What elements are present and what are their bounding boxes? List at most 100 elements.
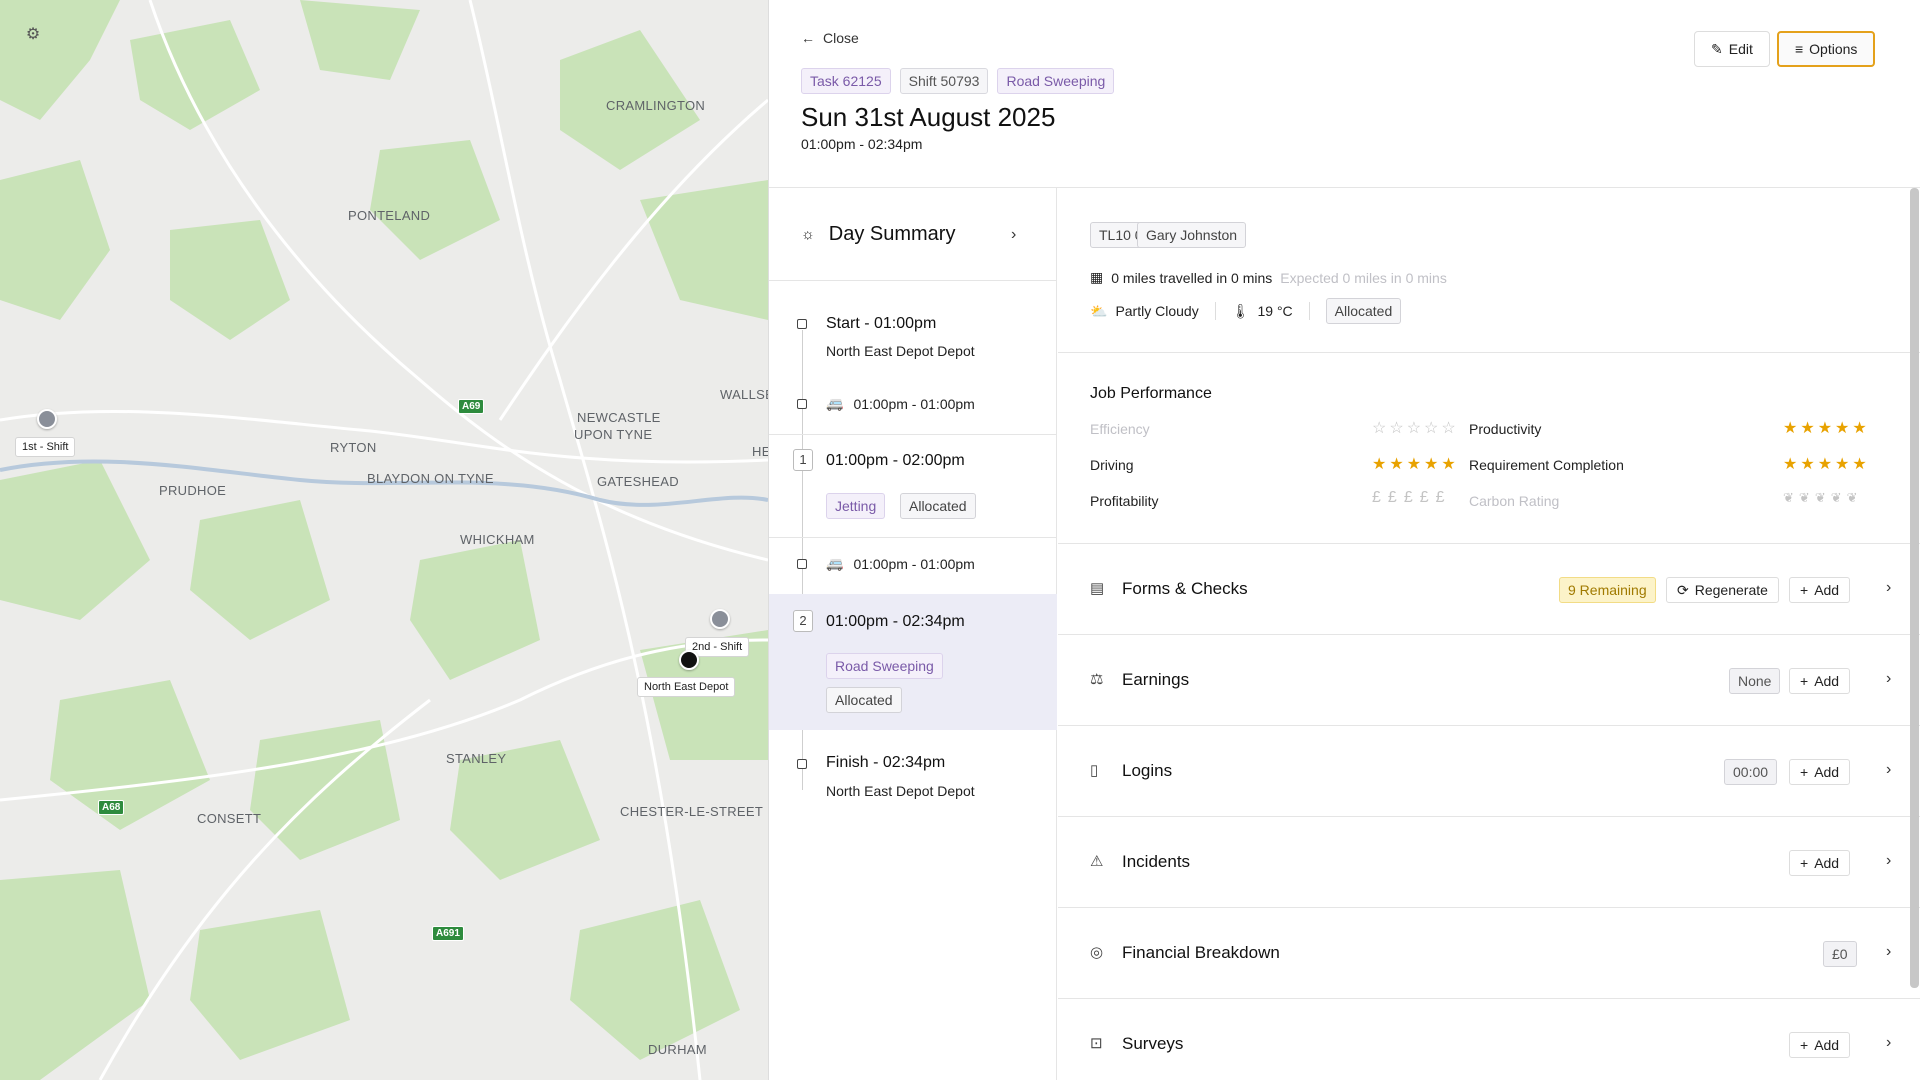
survey-icon: ⊡ (1090, 1035, 1103, 1052)
tablet-icon: ▯ (1090, 762, 1099, 779)
logins-title[interactable]: Logins (1122, 761, 1172, 781)
travel-time: 01:00pm - 01:00pm (853, 395, 975, 412)
page-title: Sun 31st August 2025 (801, 102, 1056, 132)
start-title: Start - 01:00pm (826, 315, 937, 332)
map-canvas (0, 0, 768, 1080)
job-type-tag: Road Sweeping (997, 68, 1115, 94)
star-icon: ★ (1783, 456, 1798, 473)
add-incident-button[interactable]: + Add (1789, 850, 1851, 876)
thermometer-icon: 🌡 (1231, 302, 1250, 319)
travel-segment: 🚐 01:00pm - 01:00pm (826, 555, 975, 572)
carbon-label: Carbon Rating (1469, 493, 1560, 509)
pound-icon: £ (1372, 489, 1381, 506)
earnings-badge: None (1729, 668, 1781, 694)
chevron-right-icon[interactable]: › (1886, 943, 1891, 961)
options-button[interactable]: ≡ Options (1777, 31, 1876, 67)
add-survey-button[interactable]: + Add (1789, 1032, 1851, 1058)
task-tag[interactable]: Task 62125 (801, 68, 891, 94)
star-icon: ★ (1817, 456, 1833, 473)
regenerate-button[interactable]: ⟳ Regenerate (1666, 577, 1779, 603)
sun-icon: ☼ (801, 226, 815, 243)
divider (1058, 816, 1920, 817)
forms-title[interactable]: Forms & Checks (1122, 579, 1248, 599)
chevron-right-icon[interactable]: › (1886, 579, 1891, 597)
driving-stars: ★ ★ ★ ★ ★ (1372, 454, 1456, 474)
edit-button[interactable]: ✎ Edit (1694, 31, 1770, 67)
add-label: Add (1814, 673, 1840, 689)
chevron-right-icon[interactable]: › (1011, 226, 1016, 244)
logins-badge: 00:00 (1724, 759, 1778, 785)
earnings-title[interactable]: Earnings (1122, 670, 1189, 690)
divider (1058, 907, 1920, 908)
mileage-line: ▦ 0 miles travelled in 0 mins Expected 0… (1090, 269, 1447, 286)
divider (769, 280, 1057, 281)
depot-pin[interactable] (679, 650, 699, 670)
star-empty-icon: ☆ (1372, 420, 1387, 437)
add-login-button[interactable]: + Add (1789, 759, 1851, 785)
leaf-icon: ❦ (1783, 490, 1794, 505)
day-summary-header[interactable]: ☼ Day Summary (801, 223, 955, 246)
add-earnings-button[interactable]: + Add (1789, 668, 1851, 694)
finish-title: Finish - 02:34pm (826, 754, 946, 771)
profitability-label: Profitability (1090, 493, 1159, 509)
efficiency-stars: ☆ ☆ ☆ ☆ ☆ (1372, 418, 1456, 438)
leaf-icon: ❦ (1814, 490, 1826, 505)
add-label: Add (1814, 855, 1840, 871)
divider (1308, 302, 1310, 320)
chevron-right-icon[interactable]: › (1886, 761, 1891, 779)
add-label: Add (1814, 764, 1840, 780)
job-time[interactable]: 01:00pm - 02:00pm (826, 452, 965, 470)
close-label: Close (823, 30, 859, 46)
close-button[interactable]: ← Close (801, 30, 859, 46)
productivity-label: Productivity (1469, 421, 1542, 437)
divider (1214, 302, 1216, 320)
financial-title[interactable]: Financial Breakdown (1122, 943, 1280, 963)
map-place: GATESHEAD (597, 474, 679, 489)
header-tags: Task 62125 Shift 50793 Road Sweeping (801, 68, 1115, 94)
road-marker: A691 (432, 926, 464, 941)
regenerate-label: Regenerate (1694, 582, 1768, 598)
travel-segment: 🚐 01:00pm - 01:00pm (826, 395, 975, 412)
plus-icon: + (1800, 582, 1809, 598)
star-icon: ★ (1835, 456, 1850, 473)
miles-text: 0 miles travelled in 0 mins (1111, 269, 1273, 286)
pin-label: North East Depot (637, 677, 736, 697)
job-number: 1 (793, 449, 813, 471)
chevron-right-icon[interactable]: › (1886, 852, 1891, 870)
map-pin[interactable] (37, 409, 57, 429)
gear-icon[interactable]: ⚙ (20, 22, 46, 48)
road-marker: A68 (98, 800, 125, 815)
scrollbar[interactable] (1910, 188, 1919, 988)
job-time[interactable]: 01:00pm - 02:34pm (826, 613, 965, 631)
surveys-title[interactable]: Surveys (1122, 1034, 1183, 1054)
remaining-badge: 9 Remaining (1559, 577, 1656, 603)
job-type-tag: Jetting (826, 493, 886, 519)
shift-tag[interactable]: Shift 50793 (899, 68, 989, 94)
status-badge: Allocated (826, 687, 902, 713)
incidents-title[interactable]: Incidents (1122, 852, 1190, 872)
warning-icon: ⚠ (1090, 853, 1104, 870)
star-icon: ★ (1817, 420, 1833, 437)
details-panel: ← Close Task 62125 Shift 50793 Road Swee… (768, 0, 1920, 1080)
add-label: Add (1814, 582, 1840, 598)
map-place: HE (752, 444, 768, 459)
partly-cloudy-icon: ⛅ (1090, 302, 1108, 319)
timeline-node (797, 559, 807, 569)
menu-icon: ≡ (1795, 41, 1804, 57)
page-time: 01:00pm - 02:34pm (801, 136, 923, 152)
chevron-right-icon[interactable]: › (1886, 1034, 1891, 1052)
star-icon: ★ (1372, 456, 1387, 473)
driver-tag: Gary Johnston (1137, 222, 1247, 248)
map-view[interactable]: ⚙ CRAMLINGTON PONTELAND WALLSE NEWCASTLE… (0, 0, 768, 1080)
star-icon: ★ (1800, 456, 1815, 473)
day-summary-title: Day Summary (828, 223, 956, 245)
map-place: UPON TYNE (574, 427, 653, 442)
map-pin[interactable] (710, 609, 730, 629)
job-performance-title: Job Performance (1090, 385, 1212, 402)
car-icon: 🚐 (826, 555, 844, 571)
refresh-icon: ⟳ (1677, 581, 1689, 598)
job-number: 2 (793, 610, 813, 632)
chevron-right-icon[interactable]: › (1886, 670, 1891, 688)
job-type-tag: Road Sweeping (826, 653, 943, 679)
add-form-button[interactable]: + Add (1789, 577, 1851, 603)
